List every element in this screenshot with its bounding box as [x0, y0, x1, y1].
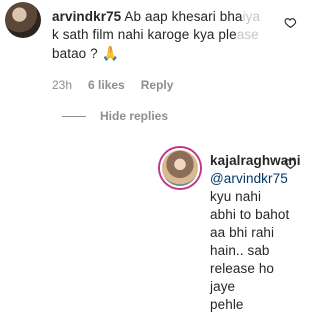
avatar[interactable]: [160, 148, 200, 188]
folded-hands-icon: 🙏: [101, 45, 120, 61]
comment-username[interactable]: arvindkr75: [52, 9, 121, 24]
reply-body-line4: pehle: [210, 297, 244, 312]
avatar[interactable]: [5, 2, 41, 38]
comment-likes[interactable]: 6 likes: [88, 78, 125, 92]
comment-body-line2: k sath film nahi karoge kya ple: [52, 27, 237, 42]
reply-text: kajalraghwani @arvindkr75 kyu nahi abhi …: [210, 152, 300, 314]
divider-line: [62, 115, 86, 117]
comment-meta: 23h 6 likes Reply: [52, 78, 173, 92]
reply-body-line3: hain.. sab release ho jaye: [210, 243, 275, 294]
comment-time: 23h: [52, 78, 73, 92]
comment-body-line2-faded: ase: [236, 27, 259, 42]
hide-replies-label: Hide replies: [100, 109, 169, 123]
reply-body-line2: abhi to bahot aa bhi rahi: [210, 207, 290, 240]
hide-replies-button[interactable]: Hide replies: [62, 109, 168, 123]
reply-button[interactable]: Reply: [141, 78, 174, 92]
heart-outline-icon[interactable]: [284, 16, 297, 29]
reply-body-line1: kyu nahi: [210, 189, 262, 204]
comment-text: arvindkr75 Ab aap khesari bhaiya k sath …: [52, 8, 267, 63]
comment-body-line1: Ab aap khesari bha: [124, 9, 243, 24]
comment-body-line3: batao ?: [52, 46, 98, 61]
heart-outline-icon[interactable]: [284, 157, 297, 170]
comment-body-line1-faded: iya: [242, 9, 261, 24]
mention-link[interactable]: @arvindkr75: [210, 171, 288, 186]
